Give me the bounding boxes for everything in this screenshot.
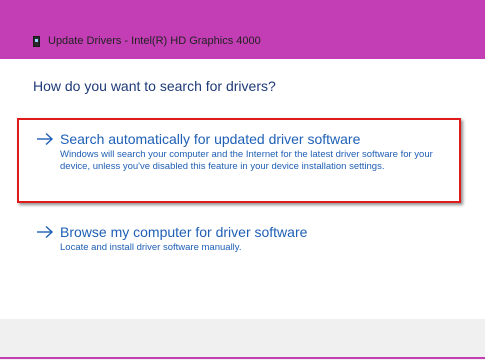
browse-computer-description: Locate and install driver software manua…	[60, 242, 242, 253]
dialog-content: How do you want to search for drivers? S…	[0, 59, 485, 319]
browse-computer-option[interactable]: Browse my computer for driver software L…	[36, 224, 466, 254]
footer-border	[0, 357, 485, 359]
search-automatically-title[interactable]: Search automatically for updated driver …	[60, 131, 360, 147]
option-head: Browse my computer for driver software	[36, 224, 466, 240]
dialog-footer	[0, 319, 485, 360]
search-automatically-option[interactable]: Search automatically for updated driver …	[36, 131, 466, 173]
browse-computer-title[interactable]: Browse my computer for driver software	[60, 224, 307, 240]
search-automatically-description: Windows will search your computer and th…	[60, 149, 433, 172]
device-manager-icon	[33, 35, 40, 47]
arrow-right-icon	[37, 225, 54, 239]
dialog-heading: How do you want to search for drivers?	[33, 78, 276, 94]
title-bar: Update Drivers - Intel(R) HD Graphics 40…	[0, 0, 485, 59]
option-head: Search automatically for updated driver …	[36, 131, 466, 147]
arrow-right-icon	[37, 132, 54, 146]
title-wrap: Update Drivers - Intel(R) HD Graphics 40…	[33, 33, 261, 49]
window-title: Update Drivers - Intel(R) HD Graphics 40…	[48, 35, 261, 47]
